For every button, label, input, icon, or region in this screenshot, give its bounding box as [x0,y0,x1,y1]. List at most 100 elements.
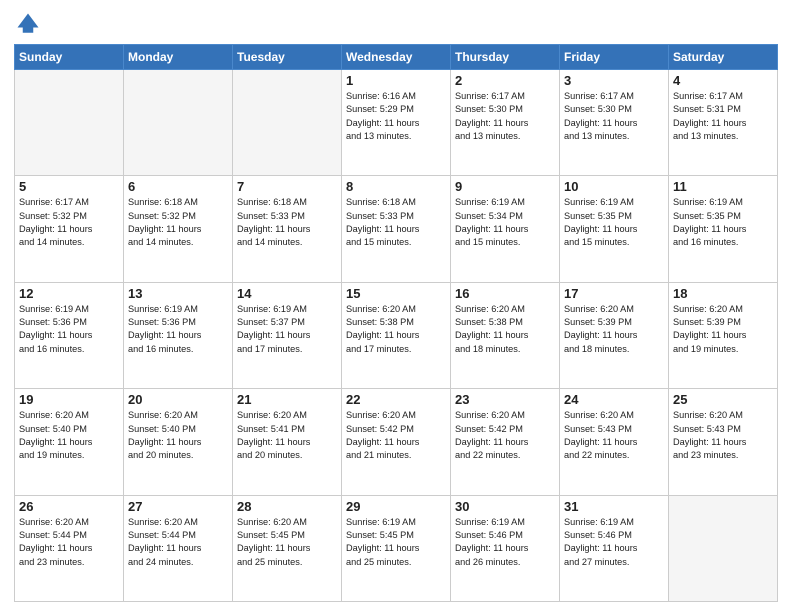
day-number: 17 [564,286,664,301]
calendar-cell: 14 Sunrise: 6:19 AM Sunset: 5:37 PM Dayli… [233,282,342,388]
day-number: 10 [564,179,664,194]
calendar-cell: 15Sunrise: 6:20 AM Sunset: 5:38 PM Dayli… [342,282,451,388]
calendar-cell: 9 Sunrise: 6:19 AM Sunset: 5:34 PM Daylig… [451,176,560,282]
calendar-cell: 27 Sunrise: 6:20 AM Sunset: 5:44 PM Dayli… [124,495,233,601]
calendar-cell: 19 Sunrise: 6:20 AM Sunset: 5:40 PM Dayli… [15,389,124,495]
day-number: 6 [128,179,228,194]
day-info: Sunrise: 6:19 AM Sunset: 5:35 PM Dayligh… [673,196,773,249]
day-number: 8 [346,179,446,194]
day-info: Sunrise: 6:19 AM Sunset: 5:34 PM Dayligh… [455,196,555,249]
day-info: Sunrise: 6:20 AM Sunset: 5:38 PM Dayligh… [346,303,446,356]
day-number: 2 [455,73,555,88]
day-number: 29 [346,499,446,514]
calendar-cell: 8 Sunrise: 6:18 AM Sunset: 5:33 PM Daylig… [342,176,451,282]
calendar-cell: 31 Sunrise: 6:19 AM Sunset: 5:46 PM Dayli… [560,495,669,601]
day-info: Sunrise: 6:18 AM Sunset: 5:32 PM Dayligh… [128,196,228,249]
day-info: Sunrise: 6:19 AM Sunset: 5:36 PM Dayligh… [19,303,119,356]
calendar-cell: 17 Sunrise: 6:20 AM Sunset: 5:39 PM Dayli… [560,282,669,388]
day-info: Sunrise: 6:16 AM Sunset: 5:29 PM Dayligh… [346,90,446,143]
calendar-cell [233,70,342,176]
day-info: Sunrise: 6:20 AM Sunset: 5:41 PM Dayligh… [237,409,337,462]
dow-header-sunday: Sunday [15,45,124,70]
calendar-table: SundayMondayTuesdayWednesdayThursdayFrid… [14,44,778,602]
dow-header-friday: Friday [560,45,669,70]
day-number: 1 [346,73,446,88]
calendar-cell: 4Sunrise: 6:17 AM Sunset: 5:31 PM Daylig… [669,70,778,176]
week-row-1: 5 Sunrise: 6:17 AM Sunset: 5:32 PM Daylig… [15,176,778,282]
calendar-cell: 18 Sunrise: 6:20 AM Sunset: 5:39 PM Dayli… [669,282,778,388]
dow-header-tuesday: Tuesday [233,45,342,70]
calendar-cell: 30 Sunrise: 6:19 AM Sunset: 5:46 PM Dayli… [451,495,560,601]
calendar-cell: 26Sunrise: 6:20 AM Sunset: 5:44 PM Dayli… [15,495,124,601]
day-number: 27 [128,499,228,514]
calendar-header: SundayMondayTuesdayWednesdayThursdayFrid… [15,45,778,70]
calendar-cell [124,70,233,176]
day-number: 13 [128,286,228,301]
page: SundayMondayTuesdayWednesdayThursdayFrid… [0,0,792,612]
calendar-body: 1 Sunrise: 6:16 AM Sunset: 5:29 PM Daylig… [15,70,778,602]
logo [14,10,46,38]
day-info: Sunrise: 6:20 AM Sunset: 5:42 PM Dayligh… [455,409,555,462]
calendar-cell: 11Sunrise: 6:19 AM Sunset: 5:35 PM Dayli… [669,176,778,282]
calendar-cell: 16 Sunrise: 6:20 AM Sunset: 5:38 PM Dayli… [451,282,560,388]
day-info: Sunrise: 6:19 AM Sunset: 5:45 PM Dayligh… [346,516,446,569]
day-number: 3 [564,73,664,88]
day-info: Sunrise: 6:18 AM Sunset: 5:33 PM Dayligh… [237,196,337,249]
calendar-cell: 28Sunrise: 6:20 AM Sunset: 5:45 PM Dayli… [233,495,342,601]
calendar-cell: 12 Sunrise: 6:19 AM Sunset: 5:36 PM Dayli… [15,282,124,388]
day-number: 12 [19,286,119,301]
day-number: 16 [455,286,555,301]
day-info: Sunrise: 6:19 AM Sunset: 5:46 PM Dayligh… [455,516,555,569]
day-number: 31 [564,499,664,514]
day-info: Sunrise: 6:18 AM Sunset: 5:33 PM Dayligh… [346,196,446,249]
day-number: 21 [237,392,337,407]
calendar-cell: 23Sunrise: 6:20 AM Sunset: 5:42 PM Dayli… [451,389,560,495]
calendar-cell: 13 Sunrise: 6:19 AM Sunset: 5:36 PM Dayli… [124,282,233,388]
day-info: Sunrise: 6:19 AM Sunset: 5:35 PM Dayligh… [564,196,664,249]
calendar-cell: 1 Sunrise: 6:16 AM Sunset: 5:29 PM Daylig… [342,70,451,176]
dow-header-monday: Monday [124,45,233,70]
day-number: 26 [19,499,119,514]
day-number: 30 [455,499,555,514]
day-info: Sunrise: 6:20 AM Sunset: 5:43 PM Dayligh… [564,409,664,462]
day-info: Sunrise: 6:20 AM Sunset: 5:39 PM Dayligh… [564,303,664,356]
day-info: Sunrise: 6:20 AM Sunset: 5:45 PM Dayligh… [237,516,337,569]
week-row-3: 19 Sunrise: 6:20 AM Sunset: 5:40 PM Dayli… [15,389,778,495]
day-info: Sunrise: 6:20 AM Sunset: 5:39 PM Dayligh… [673,303,773,356]
calendar-cell [15,70,124,176]
calendar-cell: 20Sunrise: 6:20 AM Sunset: 5:40 PM Dayli… [124,389,233,495]
day-info: Sunrise: 6:20 AM Sunset: 5:42 PM Dayligh… [346,409,446,462]
dow-header-thursday: Thursday [451,45,560,70]
day-number: 5 [19,179,119,194]
dow-header-saturday: Saturday [669,45,778,70]
calendar-cell: 5 Sunrise: 6:17 AM Sunset: 5:32 PM Daylig… [15,176,124,282]
day-info: Sunrise: 6:20 AM Sunset: 5:44 PM Dayligh… [128,516,228,569]
day-info: Sunrise: 6:20 AM Sunset: 5:40 PM Dayligh… [19,409,119,462]
day-info: Sunrise: 6:19 AM Sunset: 5:37 PM Dayligh… [237,303,337,356]
calendar-cell [669,495,778,601]
day-info: Sunrise: 6:20 AM Sunset: 5:43 PM Dayligh… [673,409,773,462]
calendar-cell: 29 Sunrise: 6:19 AM Sunset: 5:45 PM Dayli… [342,495,451,601]
calendar-cell: 24Sunrise: 6:20 AM Sunset: 5:43 PM Dayli… [560,389,669,495]
calendar-cell: 2 Sunrise: 6:17 AM Sunset: 5:30 PM Daylig… [451,70,560,176]
day-number: 7 [237,179,337,194]
days-of-week-row: SundayMondayTuesdayWednesdayThursdayFrid… [15,45,778,70]
day-number: 18 [673,286,773,301]
day-info: Sunrise: 6:19 AM Sunset: 5:36 PM Dayligh… [128,303,228,356]
day-number: 20 [128,392,228,407]
day-info: Sunrise: 6:19 AM Sunset: 5:46 PM Dayligh… [564,516,664,569]
dow-header-wednesday: Wednesday [342,45,451,70]
week-row-2: 12 Sunrise: 6:19 AM Sunset: 5:36 PM Dayli… [15,282,778,388]
calendar-cell: 25 Sunrise: 6:20 AM Sunset: 5:43 PM Dayli… [669,389,778,495]
day-number: 9 [455,179,555,194]
day-info: Sunrise: 6:17 AM Sunset: 5:32 PM Dayligh… [19,196,119,249]
day-info: Sunrise: 6:20 AM Sunset: 5:38 PM Dayligh… [455,303,555,356]
calendar-cell: 22Sunrise: 6:20 AM Sunset: 5:42 PM Dayli… [342,389,451,495]
logo-icon [14,10,42,38]
calendar-cell: 10 Sunrise: 6:19 AM Sunset: 5:35 PM Dayli… [560,176,669,282]
day-number: 19 [19,392,119,407]
day-number: 25 [673,392,773,407]
day-info: Sunrise: 6:17 AM Sunset: 5:30 PM Dayligh… [455,90,555,143]
week-row-0: 1 Sunrise: 6:16 AM Sunset: 5:29 PM Daylig… [15,70,778,176]
day-number: 14 [237,286,337,301]
